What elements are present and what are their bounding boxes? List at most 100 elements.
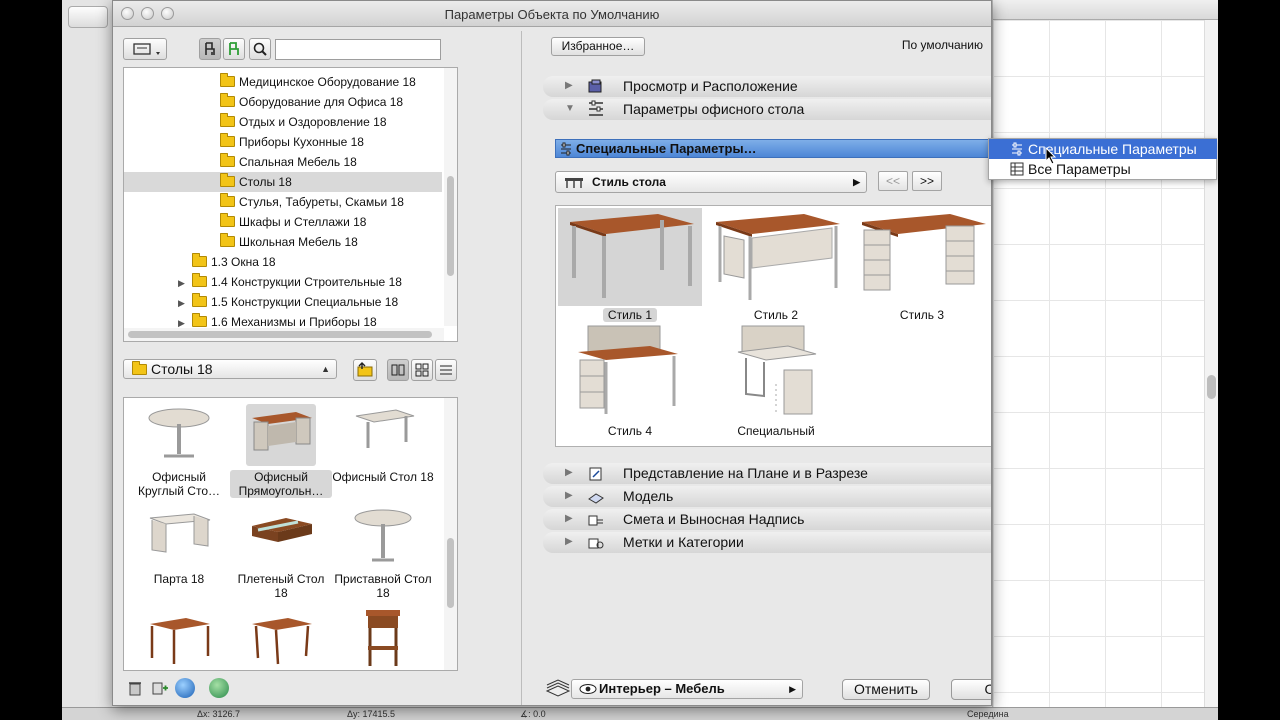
- section-label: Метки и Категории: [623, 534, 744, 550]
- folder-icon: [220, 113, 235, 127]
- tags-icon: [588, 538, 604, 549]
- search-icon: [253, 42, 267, 56]
- next-style-button[interactable]: >>: [912, 171, 942, 191]
- tree-horizontal-scrollbar[interactable]: [124, 328, 444, 341]
- gallery-item[interactable]: Плетеный Стол 18: [230, 506, 332, 600]
- tree-item[interactable]: Столы 18: [124, 172, 442, 192]
- section-office-table-params[interactable]: ▼ Параметры офисного стола: [543, 99, 991, 120]
- large-icons-view-button[interactable]: [387, 359, 409, 381]
- library-chair-button[interactable]: [199, 38, 221, 60]
- tree-vertical-scrollbar[interactable]: [444, 68, 457, 326]
- tree-item[interactable]: 1.3 Окна 18: [124, 252, 442, 272]
- cancel-button[interactable]: Отменить: [842, 679, 930, 700]
- tree-item-label: 1.4 Конструкции Строительные 18: [211, 275, 402, 289]
- tree-item[interactable]: Школьная Мебель 18: [124, 232, 442, 252]
- tree-item[interactable]: ▶ 1.4 Конструкции Строительные 18: [124, 272, 442, 292]
- section-tags-categories[interactable]: ▶ Метки и Категории: [543, 532, 991, 553]
- tree-item-label: Столы 18: [239, 175, 292, 189]
- screen: Δx: 3126.7 Δy: 17415.5 ∡: 0.0 Середина П…: [62, 0, 1218, 720]
- section-view-placement[interactable]: ▶ Просмотр и Расположение: [543, 76, 991, 97]
- tree-hscroll-thumb[interactable]: [128, 331, 432, 338]
- folder-icon: [220, 133, 235, 147]
- background-toolbar-button[interactable]: [68, 6, 108, 28]
- drawing-scrollbar[interactable]: [1204, 20, 1218, 710]
- list-view-button[interactable]: [435, 359, 457, 381]
- plan-section-icon: [589, 467, 602, 481]
- previous-style-button[interactable]: <<: [878, 171, 908, 191]
- delete-from-favorites-button[interactable]: [125, 678, 145, 698]
- table-style-select[interactable]: Стиль стола ▶: [555, 171, 867, 193]
- table-styles-grid[interactable]: Стиль 1 Стиль 2 Стиль 3 Стиль 4 Специальный: [555, 205, 991, 447]
- gallery-scrollbar[interactable]: [444, 398, 457, 670]
- globe-icon[interactable]: [175, 678, 195, 698]
- chair-icon: [205, 42, 215, 55]
- search-button[interactable]: [249, 38, 271, 60]
- pane-splitter[interactable]: [521, 31, 522, 705]
- view-mode-button[interactable]: [123, 38, 167, 60]
- select-arrow-icon: ▶: [853, 177, 860, 187]
- library-gallery[interactable]: Офисный Круглый Сто… Офисный Прямоугольн……: [123, 397, 458, 671]
- tree-item[interactable]: ▶ 1.5 Конструкции Специальные 18: [124, 292, 442, 312]
- current-folder-select[interactable]: Столы 18 ▲: [123, 359, 337, 379]
- gallery-scroll-thumb[interactable]: [447, 538, 454, 608]
- expand-arrow-icon: ▶: [565, 513, 573, 524]
- tree-item[interactable]: Отдых и Оздоровление 18: [124, 112, 442, 132]
- gallery-item[interactable]: Приставной Стол 18: [332, 506, 434, 600]
- folder-icon: [220, 73, 235, 87]
- ok-button[interactable]: ОК: [951, 679, 991, 700]
- section-model[interactable]: ▶ Модель: [543, 486, 991, 507]
- small-icons-view-button[interactable]: [411, 359, 433, 381]
- parameters-icon: [589, 100, 603, 116]
- select-arrow-icon: ▶: [789, 684, 796, 694]
- tree-item[interactable]: Оборудование для Офиса 18: [124, 92, 442, 112]
- update-library-icon[interactable]: [209, 678, 229, 698]
- tree-item[interactable]: Стулья, Табуреты, Скамьи 18: [124, 192, 442, 212]
- table-thumbnail: [348, 608, 418, 670]
- favorites-button[interactable]: Избранное…: [551, 37, 645, 56]
- folder-icon: [132, 361, 147, 375]
- gallery-item[interactable]: [128, 608, 230, 670]
- style-item[interactable]: Стиль 1: [558, 208, 702, 322]
- style-item[interactable]: Стиль 3: [850, 208, 991, 322]
- library-tree[interactable]: Медицинское Оборудование 18 Оборудование …: [123, 67, 458, 342]
- tree-item[interactable]: Приборы Кухонные 18: [124, 132, 442, 152]
- folder-icon: [220, 193, 235, 207]
- parameter-view-select[interactable]: Специальные Параметры…: [555, 139, 991, 158]
- tree-item[interactable]: Медицинское Оборудование 18: [124, 72, 442, 92]
- style-item[interactable]: Специальный: [704, 324, 848, 438]
- tree-item[interactable]: Шкафы и Стеллажи 18: [124, 212, 442, 232]
- style-item[interactable]: Стиль 4: [558, 324, 702, 438]
- gallery-item[interactable]: [230, 608, 332, 670]
- gallery-item[interactable]: Офисный Стол 18: [332, 404, 434, 484]
- library-search-input[interactable]: [275, 39, 441, 60]
- up-folder-button[interactable]: [353, 359, 377, 381]
- default-label: По умолчанию: [901, 38, 983, 52]
- section-plan-section[interactable]: ▶ Представление на Плане и в Разрезе: [543, 463, 991, 484]
- gallery-item[interactable]: [332, 608, 434, 670]
- disclosure-triangle-icon[interactable]: ▶: [178, 273, 188, 293]
- object-default-settings-dialog: Параметры Объекта по Умолчанию Медицинск…: [112, 0, 992, 706]
- tree-item-label: Спальная Мебель 18: [239, 155, 357, 169]
- popup-item-all-params[interactable]: Все Параметры: [989, 159, 1217, 179]
- gallery-item[interactable]: Офисный Прямоугольн…: [230, 404, 332, 498]
- scroll-thumb[interactable]: [1207, 375, 1216, 399]
- status-snap: Середина: [967, 709, 1009, 719]
- add-object-button[interactable]: [149, 678, 169, 698]
- disclosure-triangle-icon[interactable]: ▶: [178, 293, 188, 313]
- status-dy: Δy: 17415.5: [347, 709, 396, 719]
- gallery-item[interactable]: Парта 18: [128, 506, 230, 586]
- folder-icon: [220, 93, 235, 107]
- drawing-grid: [993, 20, 1218, 720]
- style-item[interactable]: Стиль 2: [704, 208, 848, 322]
- section-listing-label[interactable]: ▶ Смета и Выносная Надпись: [543, 509, 991, 530]
- tree-item[interactable]: Спальная Мебель 18: [124, 152, 442, 172]
- layer-select[interactable]: Интерьер – Мебель ▶: [571, 679, 803, 699]
- gallery-item-label: Парта 18: [153, 572, 205, 586]
- favorites-chair-button[interactable]: [223, 38, 245, 60]
- expand-arrow-icon: ▶: [565, 467, 573, 478]
- gallery-item[interactable]: Офисный Круглый Сто…: [128, 404, 230, 498]
- tree-item-label: Медицинское Оборудование 18: [239, 75, 416, 89]
- popup-item-special-params[interactable]: Специальные Параметры: [989, 139, 1217, 159]
- listing-icon: [588, 515, 603, 526]
- tree-scroll-thumb[interactable]: [447, 176, 454, 276]
